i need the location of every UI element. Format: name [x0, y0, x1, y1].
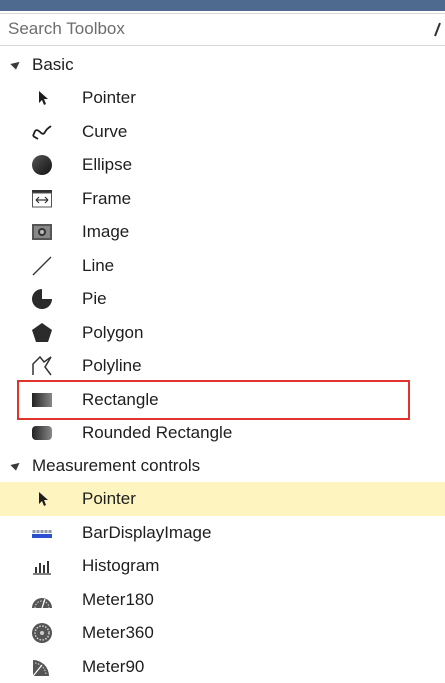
item-label: Ellipse — [82, 155, 132, 175]
toolbox-item-rounded-rectangle[interactable]: Rounded Rectangle — [0, 416, 445, 450]
expanded-triangle-icon[interactable] — [10, 459, 21, 470]
item-label: Polygon — [82, 323, 143, 343]
item-label: Pointer — [82, 88, 136, 108]
search-input[interactable] — [0, 14, 428, 43]
pie-icon — [30, 287, 54, 311]
frame-icon — [30, 187, 54, 211]
window-top-bar — [0, 0, 445, 11]
expanded-triangle-icon[interactable] — [10, 58, 21, 69]
toolbox-item-frame[interactable]: Frame — [0, 182, 445, 216]
toolbox-item-curve[interactable]: Curve — [0, 115, 445, 149]
rounded-rectangle-icon — [30, 421, 54, 445]
toolbox-item-meter90[interactable]: Meter90 — [0, 650, 445, 683]
item-label: Histogram — [82, 556, 159, 576]
toolbox-item-image[interactable]: Image — [0, 215, 445, 249]
item-label: Meter90 — [82, 657, 144, 677]
group-header-measurement-controls[interactable]: Measurement controls — [0, 449, 445, 482]
line-icon — [30, 254, 54, 278]
curve-icon — [30, 120, 54, 144]
highlight-box — [17, 380, 410, 420]
toolbox-item-meter360[interactable]: Meter360 — [0, 616, 445, 650]
toolbox-item-pointer-selected[interactable]: Pointer — [0, 482, 445, 516]
group-label: Measurement controls — [32, 456, 200, 476]
bar-display-image-icon — [30, 521, 54, 545]
histogram-icon — [30, 554, 54, 578]
item-label: Pie — [82, 289, 107, 309]
pointer-icon — [30, 487, 54, 511]
item-label: BarDisplayImage — [82, 523, 211, 543]
item-label: Frame — [82, 189, 131, 209]
toolbox-item-polygon[interactable]: Polygon — [0, 316, 445, 350]
meter360-icon — [30, 621, 54, 645]
toolbox-item-pointer[interactable]: Pointer — [0, 81, 445, 115]
pointer-icon — [30, 86, 54, 110]
item-label: Curve — [82, 122, 127, 142]
toolbox-item-meter180[interactable]: Meter180 — [0, 583, 445, 617]
search-icon[interactable] — [433, 20, 443, 43]
item-label: Image — [82, 222, 129, 242]
toolbox-item-ellipse[interactable]: Ellipse — [0, 148, 445, 182]
item-label: Rounded Rectangle — [82, 423, 232, 443]
item-label: Pointer — [82, 489, 136, 509]
item-label: Polyline — [82, 356, 142, 376]
meter180-icon — [30, 588, 54, 612]
item-label: Line — [82, 256, 114, 276]
ellipse-icon — [30, 153, 54, 177]
polygon-icon — [30, 321, 54, 345]
image-icon — [30, 220, 54, 244]
group-label: Basic — [32, 55, 74, 75]
toolbox-item-histogram[interactable]: Histogram — [0, 549, 445, 583]
item-label: Meter180 — [82, 590, 154, 610]
toolbox-item-polyline[interactable]: Polyline — [0, 349, 445, 383]
item-label: Meter360 — [82, 623, 154, 643]
toolbox-item-line[interactable]: Line — [0, 249, 445, 283]
group-header-basic[interactable]: Basic — [0, 48, 445, 81]
toolbox-item-bar-display-image[interactable]: BarDisplayImage — [0, 516, 445, 550]
search-box[interactable] — [0, 13, 445, 46]
toolbox-item-pie[interactable]: Pie — [0, 282, 445, 316]
polyline-icon — [30, 354, 54, 378]
